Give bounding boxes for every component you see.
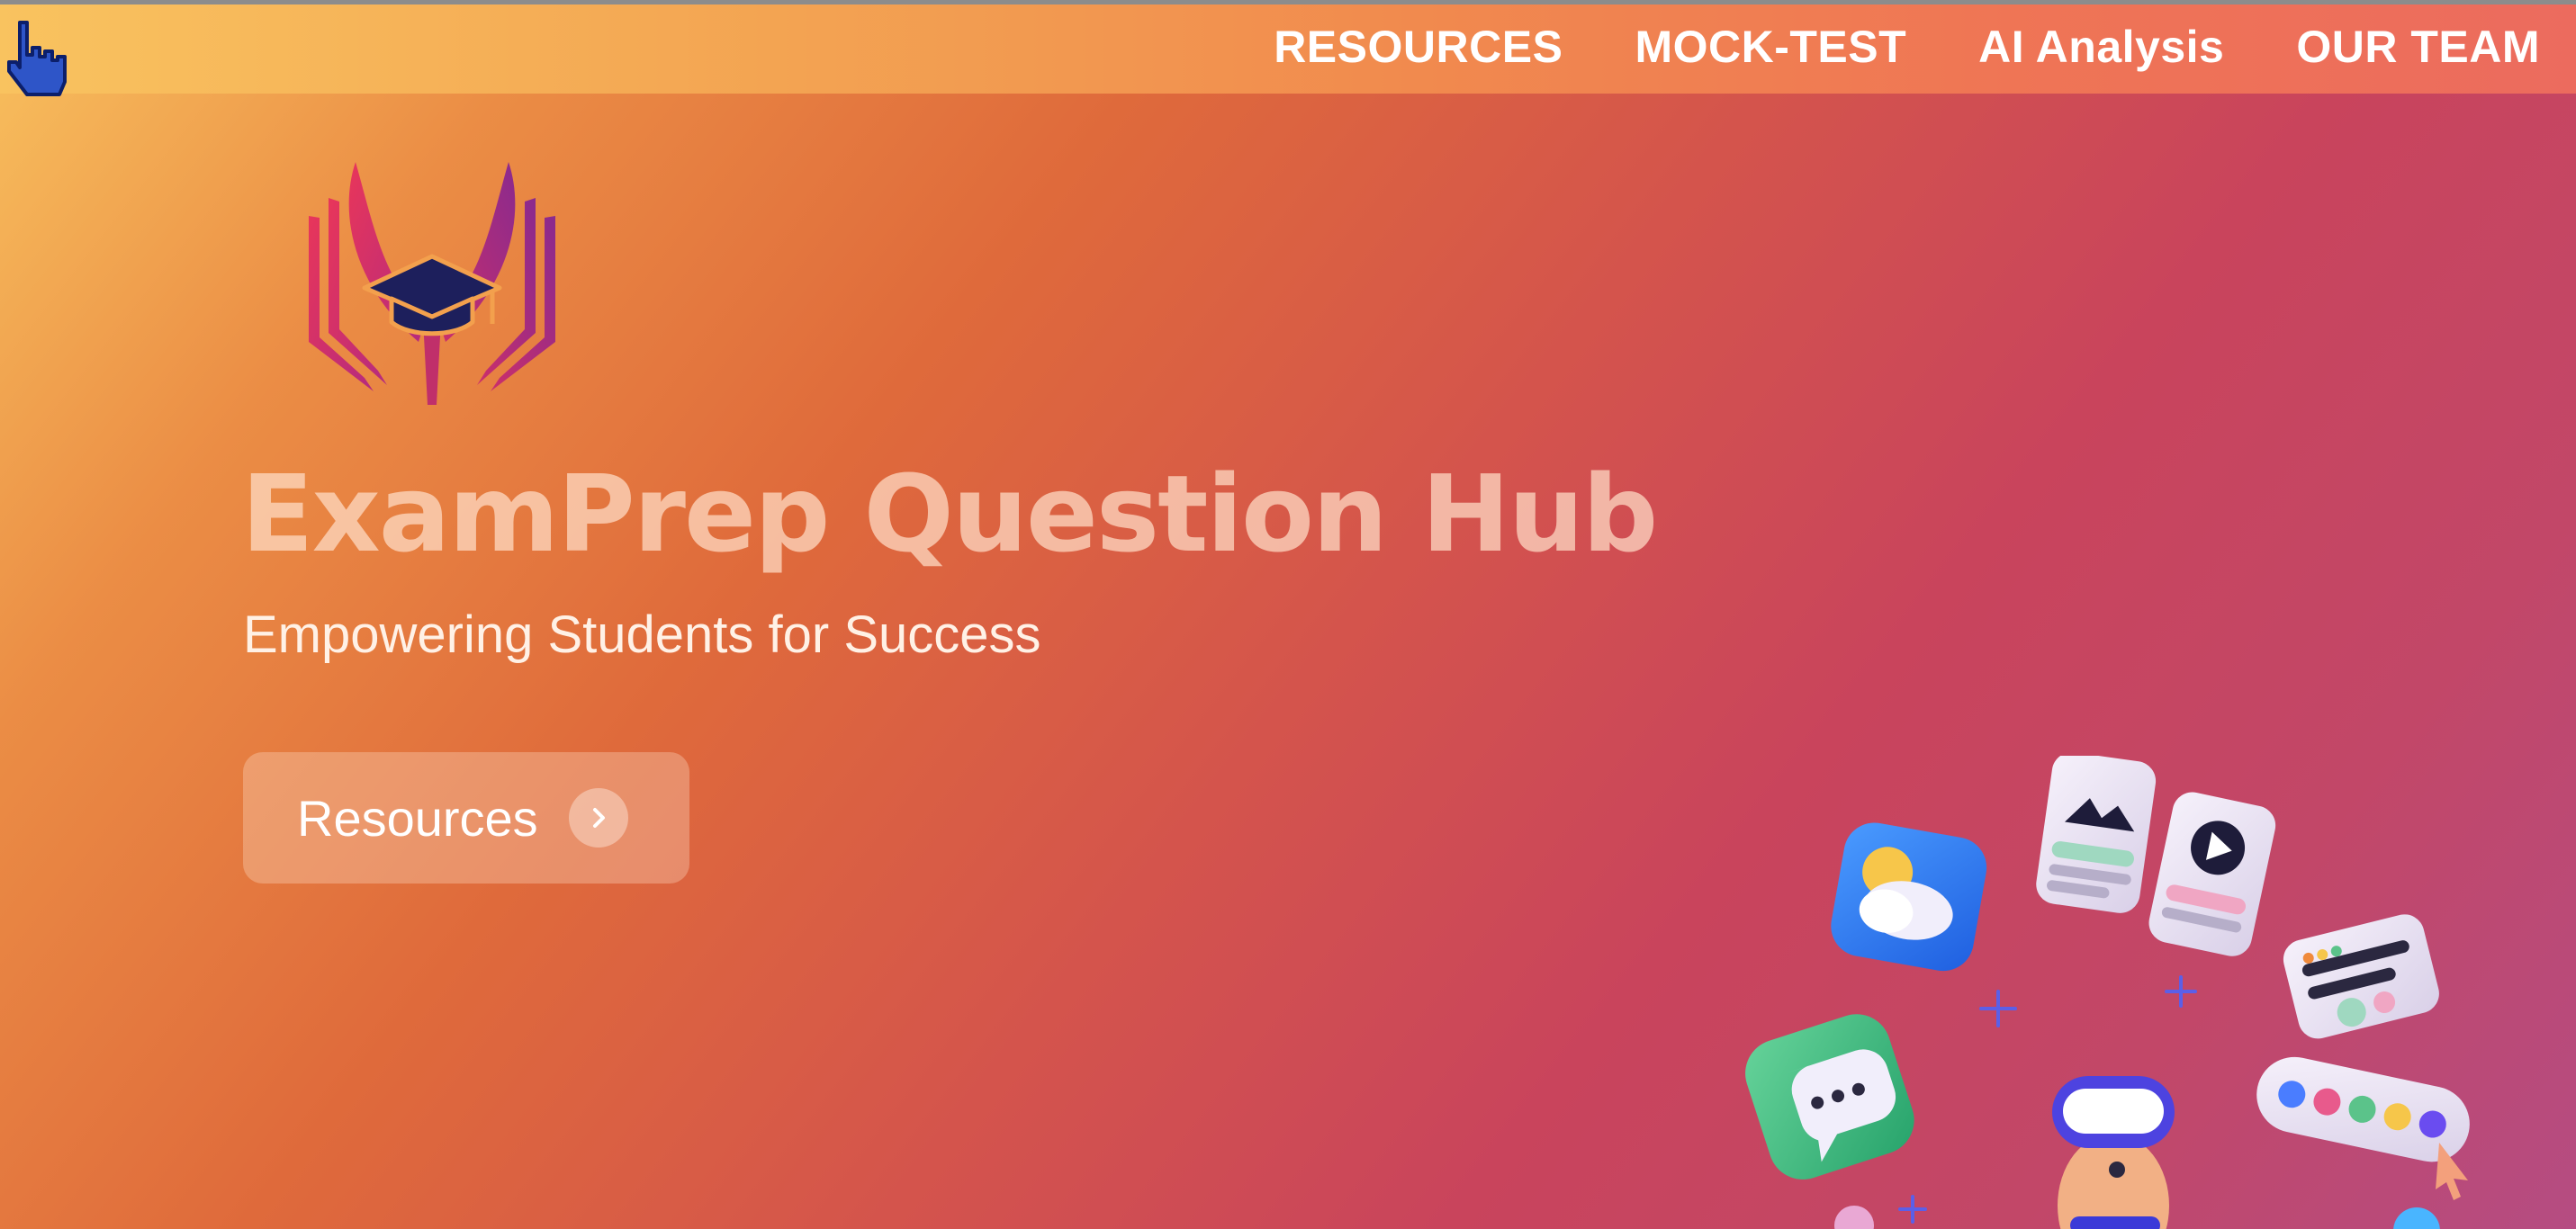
app-icons-illustration — [1745, 756, 2470, 1229]
nav-link-resources[interactable]: RESOURCES — [1274, 21, 1563, 73]
chevron-right-icon — [568, 788, 628, 848]
top-nav-bar: RESOURCES MOCK-TEST AI Analysis OUR TEAM — [0, 0, 2576, 96]
chat-tile-icon — [1745, 1014, 1914, 1180]
hero-title: ExamPrep Question Hub — [241, 452, 1658, 576]
resources-button-label: Resources — [297, 789, 538, 847]
video-card-icon — [2148, 792, 2276, 956]
pointer-hand-cursor-icon — [7, 21, 67, 96]
image-card-icon — [2036, 756, 2157, 913]
resources-button[interactable]: Resources — [243, 752, 689, 884]
hero-subtitle: Empowering Students for Success — [243, 606, 1041, 664]
sliders-card-icon — [2283, 914, 2439, 1039]
vr-character-illustration — [2052, 1076, 2175, 1229]
nav-link-mock-test[interactable]: MOCK-TEST — [1635, 21, 1906, 73]
nav-link-our-team[interactable]: OUR TEAM — [2296, 21, 2540, 73]
book-graduation-cap-logo — [309, 162, 555, 405]
main-nav: RESOURCES MOCK-TEST AI Analysis OUR TEAM — [1274, 21, 2540, 73]
weather-tile-icon — [1831, 822, 1987, 972]
page: RESOURCES MOCK-TEST AI Analysis OUR TEAM — [0, 0, 2576, 1229]
nav-link-ai-analysis[interactable]: AI Analysis — [1978, 21, 2224, 73]
